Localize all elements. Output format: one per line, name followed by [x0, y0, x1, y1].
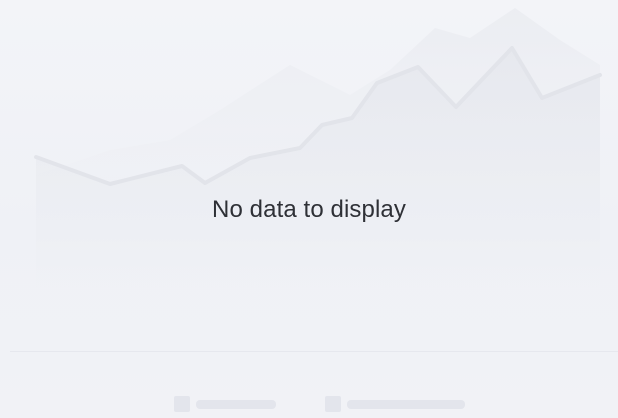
placeholder-legend-swatch	[325, 396, 341, 412]
placeholder-axis-line	[10, 351, 618, 352]
placeholder-legend	[0, 396, 618, 412]
empty-chart-placeholder: No data to display	[0, 0, 618, 418]
placeholder-legend-item	[174, 396, 278, 412]
placeholder-legend-label	[196, 400, 276, 409]
placeholder-legend-item	[325, 396, 467, 412]
placeholder-legend-label	[347, 400, 465, 409]
empty-state-message: No data to display	[212, 196, 406, 223]
placeholder-legend-swatch	[174, 396, 190, 412]
